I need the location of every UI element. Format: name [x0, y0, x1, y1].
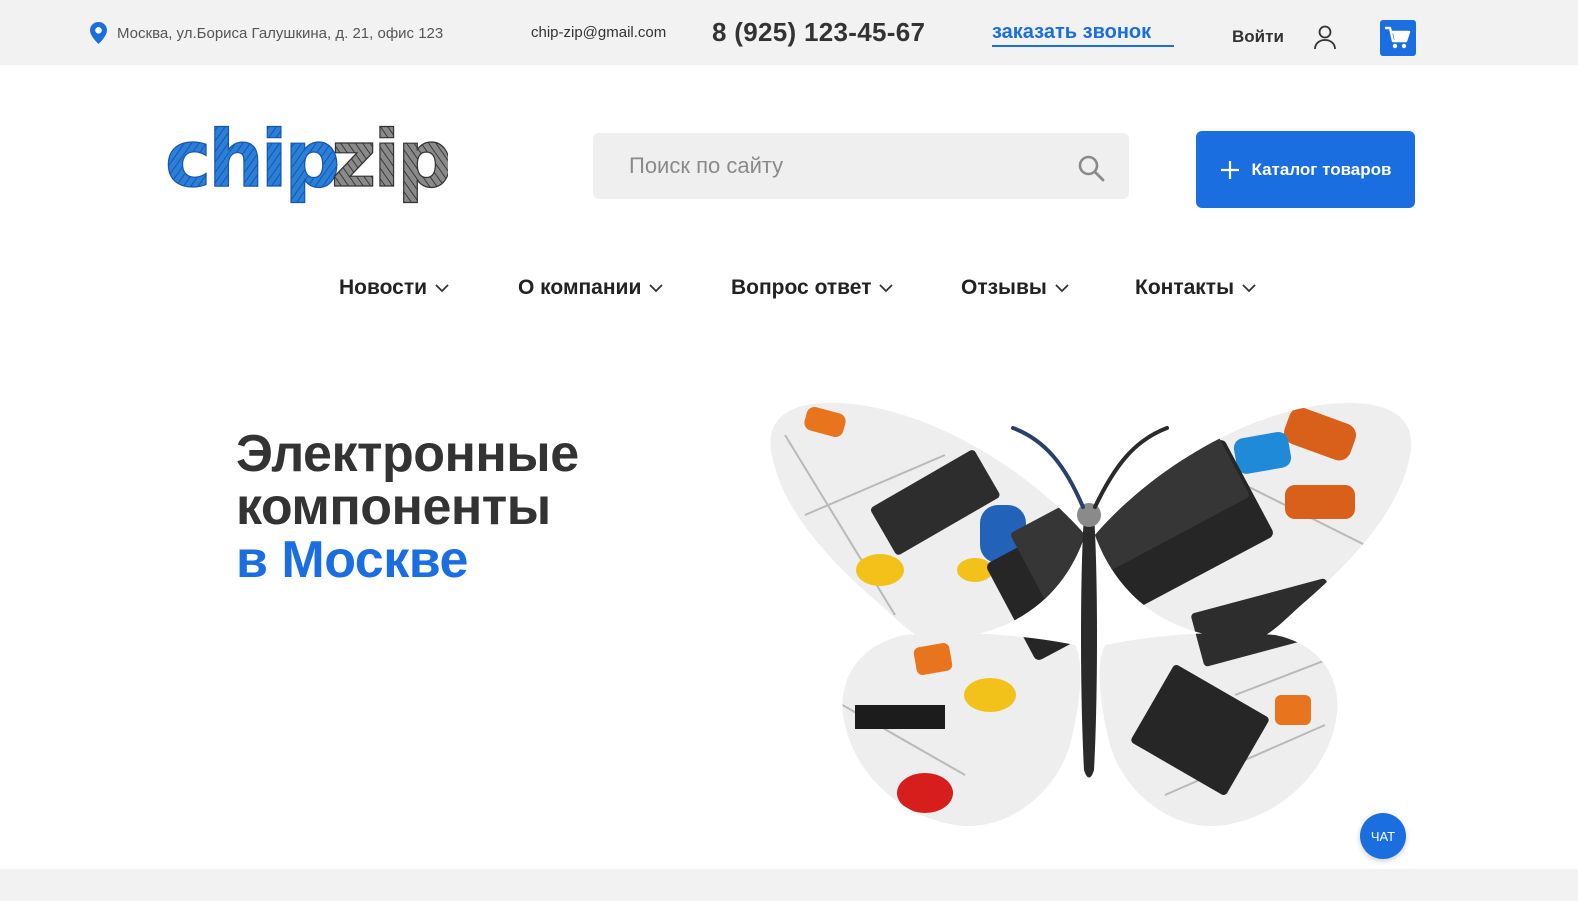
- nav-item-contacts[interactable]: Контакты: [1135, 276, 1256, 300]
- butterfly-components-image: [770, 402, 1412, 827]
- search-box: [593, 133, 1129, 199]
- cart-icon: [1385, 26, 1411, 49]
- catalog-button[interactable]: Каталог товаров: [1196, 131, 1415, 208]
- chevron-down-icon: [649, 284, 663, 293]
- chevron-down-icon: [435, 284, 449, 293]
- hero-title-line-2: компоненты: [236, 478, 551, 536]
- nav-item-faq[interactable]: Вопрос ответ: [731, 276, 894, 300]
- nav-item-about[interactable]: О компании: [518, 276, 663, 300]
- bottom-strip: [0, 869, 1578, 901]
- plus-icon: [1220, 160, 1239, 179]
- hero-title-line-1: Электронные: [236, 425, 579, 483]
- nav-item-label: Отзывы: [961, 276, 1047, 299]
- nav-item-label: Контакты: [1135, 276, 1235, 299]
- cart-button[interactable]: [1380, 20, 1416, 56]
- login-link[interactable]: Войти: [1232, 27, 1284, 47]
- hero-title: Электронные компоненты в Москве: [236, 428, 579, 587]
- nav-item-label: Вопрос ответ: [731, 276, 872, 299]
- svg-text:zip: zip: [331, 115, 448, 205]
- hero-title-accent: в Москве: [236, 531, 468, 589]
- nav-item-news[interactable]: Новости: [339, 276, 449, 300]
- svg-text:chip: chip: [165, 115, 338, 205]
- phone-link[interactable]: 8 (925) 123-45-67: [712, 17, 925, 48]
- nav-item-reviews[interactable]: Отзывы: [961, 276, 1069, 300]
- catalog-button-label: Каталог товаров: [1251, 159, 1392, 179]
- address-text: Москва, ул.Бориса Галушкина, д. 21, офис…: [117, 24, 444, 42]
- user-icon[interactable]: [1313, 24, 1337, 50]
- chevron-down-icon: [879, 284, 894, 293]
- nav-item-label: О компании: [518, 276, 642, 299]
- callback-link[interactable]: заказать звонок: [992, 21, 1174, 47]
- top-bar: Москва, ул.Бориса Галушкина, д. 21, офис…: [0, 0, 1578, 65]
- map-pin-icon: [90, 22, 107, 44]
- chat-button[interactable]: ЧАТ: [1360, 813, 1406, 859]
- chevron-down-icon: [1242, 284, 1256, 293]
- address: Москва, ул.Бориса Галушкина, д. 21, офис…: [90, 22, 443, 44]
- search-icon[interactable]: [1077, 154, 1105, 182]
- email-link[interactable]: chip-zip@gmail.com: [531, 24, 666, 41]
- nav-item-label: Новости: [339, 276, 428, 299]
- chipzip-logo[interactable]: chip zip: [163, 110, 448, 210]
- main-nav: Новости О компании Вопрос ответ Отзывы К…: [0, 276, 1578, 308]
- search-input[interactable]: [593, 133, 1129, 199]
- chevron-down-icon: [1055, 284, 1069, 293]
